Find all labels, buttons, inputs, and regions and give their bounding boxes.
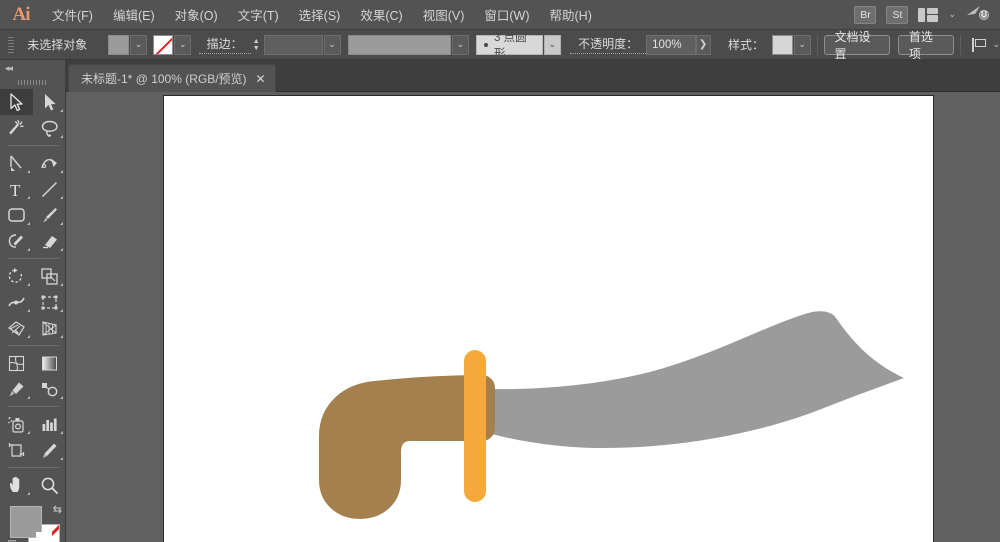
- stock-button[interactable]: St: [886, 6, 908, 24]
- tools-divider-4: [7, 406, 59, 407]
- opacity-label[interactable]: 不透明度：: [570, 35, 646, 54]
- menu-bar: Ai 文件(F) 编辑(E) 对象(O) 文字(T) 选择(S) 效果(C) 视…: [0, 0, 1000, 30]
- document-tab-label: 未标题-1* @ 100% (RGB/预览): [81, 70, 247, 87]
- zoom-tool[interactable]: [33, 472, 66, 498]
- chevron-down-icon[interactable]: ⌄: [948, 9, 956, 20]
- control-panel-divider-2: [960, 35, 961, 55]
- menu-window[interactable]: 窗口(W): [474, 1, 539, 28]
- tools-divider-1: [7, 145, 59, 146]
- brush-dot-icon: [484, 43, 488, 47]
- close-icon[interactable]: ✕: [256, 73, 266, 85]
- column-graph-tool[interactable]: [33, 411, 66, 437]
- menu-edit[interactable]: 编辑(E): [103, 1, 165, 28]
- free-transform-tool[interactable]: [33, 289, 66, 315]
- rotate-tool[interactable]: [0, 263, 33, 289]
- svg-text:T: T: [10, 181, 21, 199]
- opacity-input[interactable]: 100%: [646, 35, 695, 55]
- stroke-profile-chevron[interactable]: ⌄: [452, 35, 469, 55]
- pen-tool[interactable]: [0, 150, 33, 176]
- style-chevron[interactable]: ⌄: [794, 35, 811, 55]
- hand-tool[interactable]: [0, 472, 33, 498]
- scale-tool[interactable]: [33, 263, 66, 289]
- paintbrush-tool[interactable]: [33, 202, 66, 228]
- tools-panel-drag-handle[interactable]: [0, 76, 65, 89]
- align-to-icon[interactable]: [972, 38, 986, 52]
- mesh-tool[interactable]: [0, 350, 33, 376]
- tools-divider-5: [7, 467, 59, 468]
- guard-shape: [464, 350, 486, 502]
- eraser-tool[interactable]: [33, 228, 66, 254]
- menu-select[interactable]: 选择(S): [289, 1, 351, 28]
- menu-help[interactable]: 帮助(H): [540, 1, 602, 28]
- swap-fill-stroke-icon[interactable]: ⇆: [53, 503, 62, 516]
- tools-grid-1: T: [0, 89, 66, 498]
- panel-drag-handle[interactable]: [5, 35, 16, 55]
- selection-tool[interactable]: [0, 89, 33, 115]
- collapse-panel-icon[interactable]: ◂◂: [0, 60, 65, 76]
- menu-type[interactable]: 文字(T): [228, 1, 289, 28]
- stroke-weight-stepper[interactable]: ▲▼: [251, 35, 262, 55]
- style-label: 样式：: [720, 36, 772, 53]
- artboard-tool[interactable]: [0, 437, 33, 463]
- tools-panel: ◂◂: [0, 60, 66, 542]
- document-tab-bar: 未标题-1* @ 100% (RGB/预览) ✕: [0, 60, 1000, 92]
- brush-definition-box[interactable]: 3 点圆形: [476, 35, 543, 55]
- symbol-sprayer-tool[interactable]: [0, 411, 33, 437]
- blade-shape: [464, 311, 904, 448]
- stroke-color-swatch[interactable]: [153, 35, 174, 55]
- line-segment-tool[interactable]: [33, 176, 66, 202]
- brush-definition-chevron[interactable]: ⌄: [544, 35, 561, 55]
- stroke-dropdown-chevron[interactable]: ⌄: [174, 35, 191, 55]
- fill-stroke-indicator: ⇆: [0, 502, 66, 542]
- opacity-more-button[interactable]: ❯: [696, 35, 711, 55]
- control-panel: 未选择对象 ⌄ ⌄ 描边： ▲▼ ⌄ ⌄ 3 点圆形 ⌄ 不透明度： 100% …: [0, 30, 1000, 60]
- shape-builder-tool[interactable]: [0, 315, 33, 341]
- workspace-layout-icon[interactable]: [918, 8, 938, 22]
- document-setup-button[interactable]: 文档设置: [824, 35, 891, 55]
- direct-selection-tool[interactable]: [33, 89, 66, 115]
- menu-file[interactable]: 文件(F): [42, 1, 103, 28]
- fill-dropdown-chevron[interactable]: ⌄: [130, 35, 147, 55]
- brush-definition-label: 3 点圆形: [494, 29, 535, 61]
- rectangle-tool[interactable]: [0, 202, 33, 228]
- control-panel-divider: [817, 35, 818, 55]
- slice-tool[interactable]: [33, 437, 66, 463]
- stroke-weight-label[interactable]: 描边：: [199, 35, 251, 54]
- eyedropper-tool[interactable]: [0, 376, 33, 402]
- stroke-profile-preview[interactable]: [348, 35, 451, 55]
- perspective-grid-tool[interactable]: [33, 315, 66, 341]
- gradient-tool[interactable]: [33, 350, 66, 376]
- preferences-button[interactable]: 首选项: [898, 35, 954, 55]
- search-adobe-icon[interactable]: [966, 4, 990, 26]
- machete-illustration[interactable]: [164, 96, 935, 542]
- shaper-tool[interactable]: [0, 228, 33, 254]
- magic-wand-tool[interactable]: [0, 115, 33, 141]
- menu-object[interactable]: 对象(O): [165, 1, 228, 28]
- graphic-style-swatch[interactable]: [772, 35, 793, 55]
- curvature-tool[interactable]: [33, 150, 66, 176]
- artboard[interactable]: [163, 95, 934, 542]
- illustrator-window: Ai 文件(F) 编辑(E) 对象(O) 文字(T) 选择(S) 效果(C) 视…: [0, 0, 1000, 542]
- document-tab[interactable]: 未标题-1* @ 100% (RGB/预览) ✕: [68, 64, 276, 92]
- handle-shape: [332, 388, 482, 506]
- menu-effect[interactable]: 效果(C): [350, 1, 412, 28]
- selection-status-label: 未选择对象: [19, 36, 95, 53]
- menu-view[interactable]: 视图(V): [413, 1, 475, 28]
- tools-divider-3: [7, 345, 59, 346]
- stroke-weight-input[interactable]: [264, 35, 323, 55]
- tools-divider-2: [7, 258, 59, 259]
- blend-tool[interactable]: [33, 376, 66, 402]
- width-tool[interactable]: [0, 289, 33, 315]
- canvas-area[interactable]: [66, 92, 1000, 542]
- stroke-weight-chevron[interactable]: ⌄: [324, 35, 341, 55]
- menu-bar-right-cluster: Br St ⌄: [854, 0, 1000, 29]
- bridge-button[interactable]: Br: [854, 6, 876, 24]
- app-logo: Ai: [0, 4, 42, 26]
- align-chevron-icon[interactable]: ⌄: [992, 39, 1000, 50]
- type-tool[interactable]: T: [0, 176, 33, 202]
- fill-color-swatch[interactable]: [108, 35, 129, 55]
- lasso-tool[interactable]: [33, 115, 66, 141]
